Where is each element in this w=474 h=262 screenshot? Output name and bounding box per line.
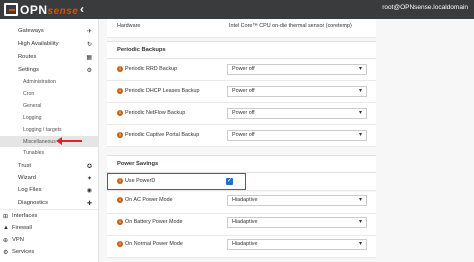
captive-portal-backup-select[interactable]: Power off ▾ [227, 130, 367, 141]
info-icon[interactable]: i [117, 110, 123, 116]
info-icon[interactable]: i [117, 241, 123, 247]
sidebar-item-settings[interactable]: Settings ⚙ [0, 65, 98, 75]
opnsense-logo[interactable]: OPNsense [4, 2, 78, 17]
sidebar-item-logging-targets[interactable]: Logging / targets [0, 125, 98, 135]
caret-down-icon: ▾ [358, 219, 362, 225]
caret-down-icon: ▾ [358, 66, 362, 72]
caret-down-icon: ▾ [358, 88, 362, 94]
power-mode-row-battery: i On Battery Power Mode Hiadaptive ▾ [107, 214, 376, 236]
ac-power-mode-select[interactable]: Hiadaptive ▾ [227, 195, 367, 206]
map-icon: ▦ [86, 54, 92, 61]
sidebar-item-tunables[interactable]: Tunables [0, 148, 98, 158]
hardware-value: Intel Core™ CPU on-die thermal sensor (c… [229, 23, 352, 29]
sidebar: Gateways ✈ High Availability ↻ Routes ▦ … [0, 19, 99, 262]
plane-icon: ✈ [86, 28, 92, 35]
sidebar-item-wizard[interactable]: Wizard ✦ [0, 173, 98, 183]
cogs-icon: ⚙ [86, 67, 92, 74]
eye-icon: ◉ [86, 187, 92, 194]
section-title-power-savings: Power Savings [117, 161, 159, 167]
chevron-left-icon[interactable]: ‹ [80, 2, 84, 17]
caret-down-icon: ▾ [358, 241, 362, 247]
dhcp-backup-select[interactable]: Power off ▾ [227, 86, 367, 97]
info-icon[interactable]: i [117, 66, 123, 72]
magic-icon: ✦ [86, 175, 92, 182]
logo-text: OPNsense [20, 2, 79, 17]
logo-mark-icon [4, 3, 18, 16]
sidebar-item-trust[interactable]: Trust ✪ [0, 161, 98, 171]
sidebar-item-gateways[interactable]: Gateways ✈ [0, 26, 98, 36]
backup-row-dhcp: i Periodic DHCP Leases Backup Power off ▾ [107, 81, 376, 103]
refresh-icon: ↻ [86, 41, 92, 48]
power-mode-row-normal: i On Normal Power Mode Hiadaptive ▾ [107, 236, 376, 258]
certificate-icon: ✪ [86, 163, 92, 170]
hardware-row: Hardware Intel Core™ CPU on-die thermal … [107, 19, 376, 38]
cog-icon: ⚙ [3, 249, 9, 256]
caret-down-icon: ▾ [358, 197, 362, 203]
sidebar-item-miscellaneous[interactable]: Miscellaneous [0, 136, 98, 147]
annotation-highlight-box [107, 173, 246, 190]
sidebar-item-services[interactable]: ⚙ Services [0, 247, 98, 257]
sidebar-item-administration[interactable]: Administration [0, 77, 98, 87]
hardware-label: Hardware [117, 23, 141, 29]
backup-row-captive-portal: i Periodic Captive Portal Backup Power of… [107, 125, 376, 147]
sidebar-item-firewall[interactable]: ▲ Firewall [0, 223, 98, 233]
sidebar-item-interfaces[interactable]: ⊞ Interfaces [0, 211, 98, 221]
sidebar-item-vpn[interactable]: ⊕ VPN [0, 235, 98, 245]
battery-power-mode-select[interactable]: Hiadaptive ▾ [227, 217, 367, 228]
info-icon[interactable]: i [117, 88, 123, 94]
sidebar-item-logging[interactable]: Logging [0, 113, 98, 123]
user-menu[interactable]: root@OPNsense.localdomain [382, 4, 468, 11]
normal-power-mode-select[interactable]: Hiadaptive ▾ [227, 239, 367, 250]
sidebar-item-routes[interactable]: Routes ▦ [0, 52, 98, 62]
info-icon[interactable]: i [117, 197, 123, 203]
annotation-arrow-head [56, 137, 62, 145]
sidebar-item-diagnostics[interactable]: Diagnostics ✚ [0, 198, 98, 208]
sidebar-item-log-files[interactable]: Log Files ◉ [0, 185, 98, 195]
caret-down-icon: ▾ [358, 132, 362, 138]
section-title-periodic-backups: Periodic Backups [117, 47, 166, 53]
medkit-icon: ✚ [86, 200, 92, 207]
annotation-arrow [60, 140, 82, 142]
backup-row-netflow: i Periodic NetFlow Backup Power off ▾ [107, 103, 376, 125]
caret-down-icon: ▾ [358, 110, 362, 116]
sidebar-divider [0, 209, 98, 210]
power-mode-row-ac: i On AC Power Mode Hiadaptive ▾ [107, 192, 376, 214]
info-icon[interactable]: i [117, 132, 123, 138]
fire-icon: ▲ [3, 225, 9, 231]
sidebar-item-high-availability[interactable]: High Availability ↻ [0, 39, 98, 49]
netflow-backup-select[interactable]: Power off ▾ [227, 108, 367, 119]
top-navbar: OPNsense ‹ root@OPNsense.localdomain [0, 0, 474, 19]
info-icon[interactable]: i [117, 219, 123, 225]
rrd-backup-select[interactable]: Power off ▾ [227, 64, 367, 75]
sitemap-icon: ⊞ [3, 213, 9, 220]
sidebar-item-general[interactable]: General [0, 101, 98, 111]
sidebar-item-cron[interactable]: Cron [0, 89, 98, 99]
backup-row-rrd: i Periodic RRD Backup Power off ▾ [107, 59, 376, 81]
globe-icon: ⊕ [3, 237, 9, 244]
